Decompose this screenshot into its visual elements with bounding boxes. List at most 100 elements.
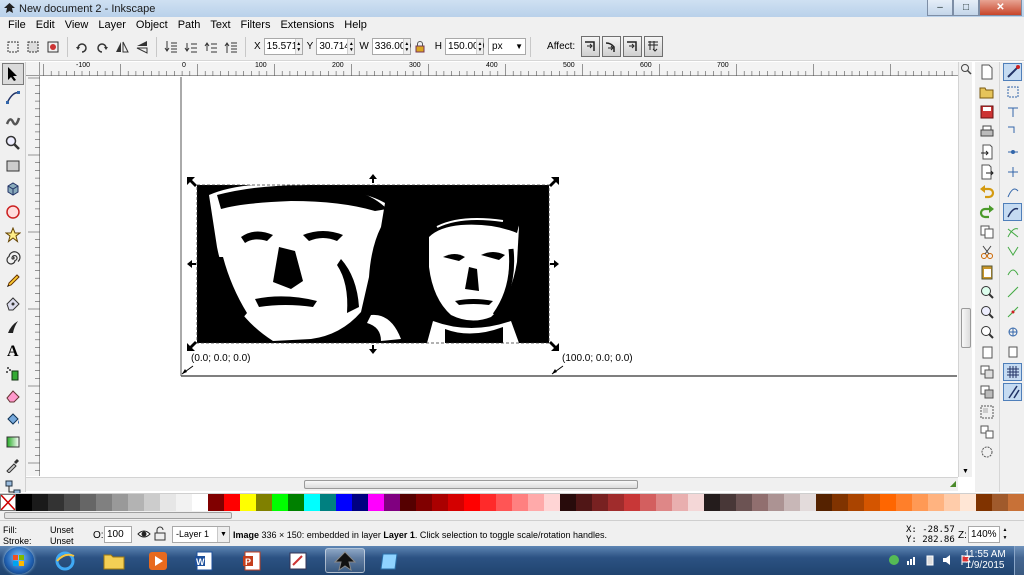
copy-icon[interactable] [977,223,997,241]
eraser-tool-icon[interactable] [2,385,24,407]
maximize-button[interactable]: □ [953,0,979,16]
color-swatch[interactable] [144,494,160,511]
layer-select[interactable]: -Layer 1 ▼ [172,526,230,543]
network-icon[interactable] [906,553,918,567]
menu-help[interactable]: Help [339,19,372,31]
export-icon[interactable] [977,163,997,181]
menu-file[interactable]: File [3,19,31,31]
color-swatch[interactable] [352,494,368,511]
file-explorer-icon[interactable] [94,548,134,573]
opacity-field[interactable]: 100 [104,526,132,543]
deselect-icon[interactable] [43,37,62,56]
color-swatch[interactable] [416,494,432,511]
spiral-tool-icon[interactable] [2,247,24,269]
w-spinner-icon[interactable]: ▲ ▼ [402,39,410,54]
w-value[interactable]: 336.000 [373,41,411,52]
x-spinner-icon[interactable]: ▲ ▼ [294,39,302,54]
lower-icon[interactable] [181,37,200,56]
vertical-ruler[interactable] [26,76,40,476]
color-swatch[interactable] [80,494,96,511]
color-swatch[interactable] [992,494,1008,511]
snap-toggle-icon[interactable] [1003,63,1022,81]
snap-bbox-centers-icon[interactable] [1003,163,1022,181]
color-swatch[interactable] [624,494,640,511]
color-swatch[interactable] [368,494,384,511]
menu-object[interactable]: Object [131,19,173,31]
zoom-field[interactable]: 140% [968,526,1000,543]
ellipse-tool-icon[interactable] [2,201,24,223]
color-swatch[interactable] [880,494,896,511]
color-swatch[interactable] [640,494,656,511]
color-swatch[interactable] [272,494,288,511]
color-swatch[interactable] [96,494,112,511]
color-swatch[interactable] [192,494,208,511]
color-swatch[interactable] [912,494,928,511]
show-desktop-button[interactable] [1014,546,1024,575]
color-swatch[interactable] [576,494,592,511]
snap-bbox-edges-icon[interactable] [1003,103,1022,121]
tweak-tool-icon[interactable] [2,109,24,131]
color-swatch[interactable] [208,494,224,511]
eye-icon[interactable] [137,527,151,541]
color-swatch[interactable] [528,494,544,511]
color-swatch[interactable] [656,494,672,511]
snap-bbox-midpoints-icon[interactable] [1003,143,1022,161]
y-field[interactable]: 30.714 ▲ ▼ [316,38,356,55]
vertical-scrollbar[interactable]: ▼ [958,62,972,477]
gradient-tool-icon[interactable] [2,431,24,453]
color-swatch[interactable] [224,494,240,511]
star-tool-icon[interactable] [2,224,24,246]
print-icon[interactable] [977,123,997,141]
color-swatch[interactable] [592,494,608,511]
color-swatch[interactable] [608,494,624,511]
rectangle-tool-icon[interactable] [2,155,24,177]
color-swatch[interactable] [512,494,528,511]
text-tool-icon[interactable]: A [2,339,24,361]
snap-object-centers-icon[interactable] [1003,303,1022,321]
3d-box-tool-icon[interactable] [2,178,24,200]
inkscape-taskbar-icon[interactable] [325,548,365,573]
color-swatch[interactable] [480,494,496,511]
zoom-spinner-icon[interactable]: ▲ ▼ [1001,526,1009,543]
color-swatch[interactable] [384,494,400,511]
spray-tool-icon[interactable] [2,362,24,384]
color-swatch[interactable] [848,494,864,511]
unlink-clone-icon[interactable] [977,383,997,401]
color-swatch[interactable] [320,494,336,511]
internet-explorer-icon[interactable] [45,548,85,573]
dropper-tool-icon[interactable] [2,454,24,476]
color-swatch[interactable] [16,494,32,511]
h-value[interactable]: 150.000 [446,41,484,52]
import-icon[interactable] [977,143,997,161]
snap-rotation-center-icon[interactable] [1003,323,1022,341]
horizontal-ruler[interactable]: -100 0 100 200 300 400 500 600 700 [40,62,961,76]
color-swatch[interactable] [128,494,144,511]
color-swatch[interactable] [944,494,960,511]
duplicate-icon[interactable] [977,343,997,361]
power-icon[interactable] [924,553,936,567]
flip-vertical-icon[interactable] [132,37,151,56]
zoom-tool-icon[interactable] [2,132,24,154]
undo-icon[interactable] [977,183,997,201]
scroll-right-arrow-icon[interactable]: ◢ [950,479,956,488]
node-tool-icon[interactable] [2,86,24,108]
color-swatch[interactable] [496,494,512,511]
snap-page-border-icon[interactable] [1003,343,1022,361]
embedded-image[interactable] [197,184,549,343]
fill-value[interactable]: Unset [50,525,74,535]
color-swatch[interactable] [336,494,352,511]
pen-tool-icon[interactable] [2,293,24,315]
save-icon[interactable] [977,103,997,121]
x-field[interactable]: 15.571 ▲ ▼ [263,38,303,55]
taskbar-clock[interactable]: 11:55 AM 1/9/2015 [960,549,1010,571]
select-all-in-all-layers-icon[interactable] [23,37,42,56]
selector-tool-icon[interactable] [2,63,24,85]
paint-icon[interactable] [278,548,318,573]
word-icon[interactable]: W [184,548,224,573]
color-swatch[interactable] [1008,494,1024,511]
clone-icon[interactable] [977,363,997,381]
color-swatch[interactable] [896,494,912,511]
stroke-value[interactable]: Unset [50,536,74,546]
palette-scroll-thumb[interactable] [4,512,232,519]
color-swatch[interactable] [832,494,848,511]
